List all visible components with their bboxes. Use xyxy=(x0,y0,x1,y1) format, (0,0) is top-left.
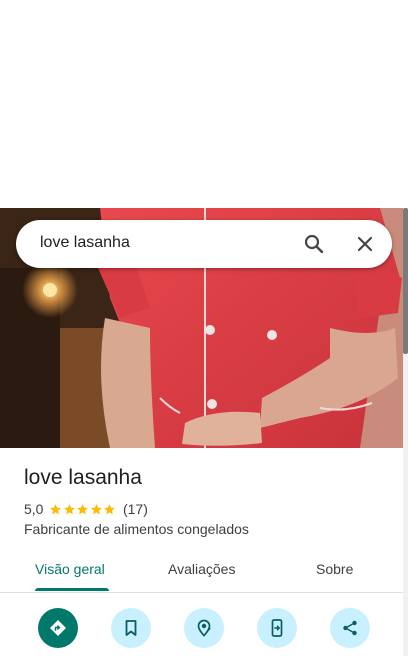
tab-overview[interactable]: Visão geral xyxy=(35,561,105,577)
tab-bar: Visão geral Avaliações Sobre xyxy=(0,548,403,593)
directions-button[interactable] xyxy=(38,608,78,648)
rating-row: 5,0 (17) xyxy=(24,500,148,518)
send-to-phone-icon xyxy=(271,619,283,637)
nearby-button[interactable] xyxy=(184,608,224,648)
star-icon xyxy=(91,503,102,514)
save-button[interactable] xyxy=(111,608,151,648)
star-icon xyxy=(50,503,62,514)
tab-reviews[interactable]: Avaliações xyxy=(168,561,235,577)
action-bar xyxy=(0,604,403,650)
search-input[interactable]: love lasanha xyxy=(40,234,130,252)
tab-about[interactable]: Sobre xyxy=(316,561,353,577)
rating-value: 5,0 xyxy=(24,501,44,517)
star-icon xyxy=(104,503,116,514)
place-category[interactable]: Fabricante de alimentos congelados xyxy=(24,521,249,537)
share-button[interactable] xyxy=(330,608,370,648)
close-icon[interactable] xyxy=(353,232,377,256)
send-to-phone-button[interactable] xyxy=(257,608,297,648)
review-count[interactable]: (17) xyxy=(123,501,148,517)
scrollbar-thumb[interactable] xyxy=(403,208,408,354)
active-tab-indicator xyxy=(35,588,109,591)
share-icon xyxy=(343,620,357,636)
star-icon xyxy=(64,503,75,514)
nearby-icon xyxy=(197,619,211,637)
map-area-blank xyxy=(0,0,408,208)
search-box[interactable]: love lasanha xyxy=(16,220,392,268)
search-icon[interactable] xyxy=(302,232,326,256)
place-title: love lasanha xyxy=(24,466,142,489)
star-icon xyxy=(77,503,89,514)
directions-icon xyxy=(50,620,66,636)
bookmark-icon xyxy=(125,620,137,636)
rating-stars xyxy=(49,503,117,516)
